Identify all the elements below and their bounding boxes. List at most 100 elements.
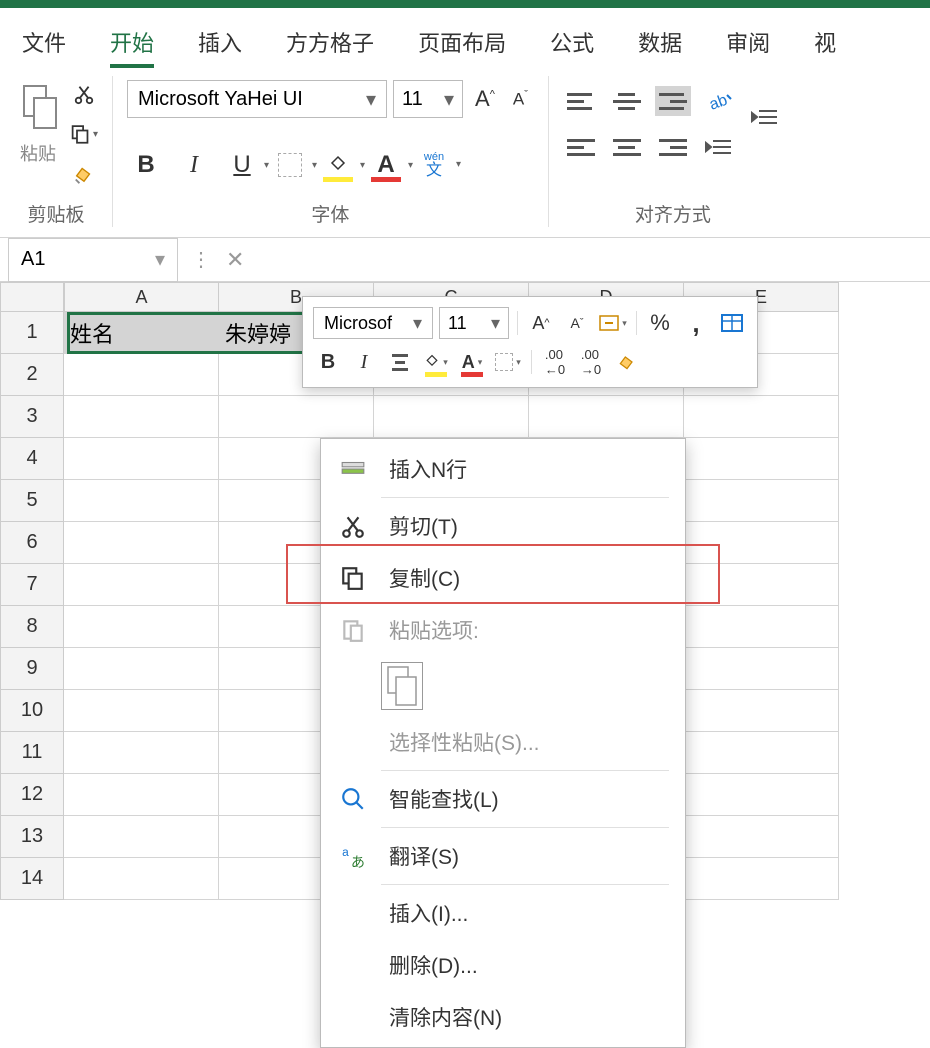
cell[interactable]: [64, 858, 219, 900]
tab-formulas[interactable]: 公式: [528, 18, 616, 66]
name-box[interactable]: A1▾: [8, 238, 178, 282]
tab-review[interactable]: 审阅: [704, 18, 792, 66]
orientation-button[interactable]: ab: [701, 86, 737, 116]
align-top-button[interactable]: [563, 86, 599, 116]
mini-font-combo[interactable]: Microsof▾: [313, 307, 433, 339]
mini-merge-button[interactable]: [598, 308, 628, 338]
cell[interactable]: [64, 648, 219, 690]
cell[interactable]: [684, 732, 839, 774]
shrink-font-button[interactable]: Aˇ: [507, 89, 534, 110]
bold-button[interactable]: B: [127, 146, 165, 184]
row-header[interactable]: 8: [0, 606, 64, 648]
mini-border-button[interactable]: [493, 347, 523, 377]
row-header[interactable]: 3: [0, 396, 64, 438]
mini-table-button[interactable]: [717, 308, 747, 338]
cell[interactable]: [684, 480, 839, 522]
cell[interactable]: [684, 564, 839, 606]
mini-align-button[interactable]: [385, 347, 415, 377]
cell[interactable]: [64, 522, 219, 564]
fill-color-button[interactable]: [319, 146, 357, 184]
mini-percent-button[interactable]: %: [645, 308, 675, 338]
mini-bold-button[interactable]: B: [313, 347, 343, 377]
align-middle-button[interactable]: [609, 86, 645, 116]
select-all-corner[interactable]: [0, 282, 64, 312]
cell[interactable]: [684, 522, 839, 564]
cut-button[interactable]: [70, 80, 98, 108]
ctx-clear[interactable]: 清除内容(N): [321, 991, 685, 1043]
row-header[interactable]: 1: [0, 312, 64, 354]
ctx-cut[interactable]: 剪切(T): [321, 500, 685, 552]
align-center-button[interactable]: [609, 132, 645, 162]
underline-button[interactable]: U: [223, 146, 261, 184]
phonetic-button[interactable]: wén文: [415, 146, 453, 184]
mini-comma-button[interactable]: ,: [681, 308, 711, 338]
border-button[interactable]: [271, 146, 309, 184]
cell[interactable]: [64, 774, 219, 816]
format-painter-button[interactable]: [70, 160, 98, 188]
tab-page-layout[interactable]: 页面布局: [396, 18, 528, 66]
ctx-copy[interactable]: 复制(C): [321, 552, 685, 604]
cell[interactable]: [684, 774, 839, 816]
ctx-delete[interactable]: 删除(D)...: [321, 939, 685, 991]
copy-button[interactable]: [70, 120, 98, 148]
font-size-combo[interactable]: 11▾: [393, 80, 463, 118]
cell[interactable]: [64, 480, 219, 522]
row-header[interactable]: 4: [0, 438, 64, 480]
cell[interactable]: [64, 816, 219, 858]
mini-size-combo[interactable]: 11▾: [439, 307, 509, 339]
cell[interactable]: [64, 354, 219, 396]
col-header-a[interactable]: A: [64, 282, 219, 312]
align-left-button[interactable]: [563, 132, 599, 162]
cell[interactable]: [219, 396, 374, 438]
cell[interactable]: [529, 396, 684, 438]
mini-font-color-button[interactable]: A: [457, 347, 487, 377]
tab-file[interactable]: 文件: [0, 18, 88, 66]
tab-fanggezi[interactable]: 方方格子: [264, 18, 396, 66]
cell[interactable]: [684, 858, 839, 900]
mini-grow-font[interactable]: A^: [526, 308, 556, 338]
ctx-smart-lookup[interactable]: 智能查找(L): [321, 773, 685, 825]
cell[interactable]: [64, 732, 219, 774]
cell[interactable]: [684, 690, 839, 732]
cell[interactable]: [684, 606, 839, 648]
row-header[interactable]: 6: [0, 522, 64, 564]
decrease-indent-button[interactable]: [701, 132, 737, 162]
row-header[interactable]: 13: [0, 816, 64, 858]
tab-view[interactable]: 视: [792, 18, 858, 66]
tab-data[interactable]: 数据: [616, 18, 704, 66]
cell[interactable]: [64, 564, 219, 606]
row-header[interactable]: 10: [0, 690, 64, 732]
mini-decrease-decimal[interactable]: .00→0: [576, 347, 606, 377]
font-color-button[interactable]: A: [367, 146, 405, 184]
cell[interactable]: [64, 606, 219, 648]
cell[interactable]: [684, 816, 839, 858]
cell[interactable]: [684, 438, 839, 480]
row-header[interactable]: 12: [0, 774, 64, 816]
ctx-insert-n-rows[interactable]: 插入N行: [321, 443, 685, 495]
align-bottom-button[interactable]: [655, 86, 691, 116]
tab-home[interactable]: 开始: [88, 18, 176, 66]
cell[interactable]: [64, 438, 219, 480]
mini-italic-button[interactable]: I: [349, 347, 379, 377]
grow-font-button[interactable]: A^: [469, 86, 501, 112]
cell[interactable]: [684, 396, 839, 438]
tab-insert[interactable]: 插入: [176, 18, 264, 66]
row-header[interactable]: 9: [0, 648, 64, 690]
mini-format-painter[interactable]: [612, 347, 642, 377]
row-header[interactable]: 2: [0, 354, 64, 396]
paste-icon[interactable]: [14, 80, 62, 136]
row-header[interactable]: 14: [0, 858, 64, 900]
mini-fill-button[interactable]: [421, 347, 451, 377]
row-header[interactable]: 5: [0, 480, 64, 522]
align-right-button[interactable]: [655, 132, 691, 162]
mini-increase-decimal[interactable]: .00←0: [540, 347, 570, 377]
cell[interactable]: 姓名: [64, 312, 219, 354]
mini-shrink-font[interactable]: Aˇ: [562, 308, 592, 338]
cell[interactable]: [64, 396, 219, 438]
cell[interactable]: [684, 648, 839, 690]
font-name-combo[interactable]: Microsoft YaHei UI▾: [127, 80, 387, 118]
row-header[interactable]: 11: [0, 732, 64, 774]
ctx-translate[interactable]: aあ 翻译(S): [321, 830, 685, 882]
cancel-formula-button[interactable]: ✕: [216, 247, 254, 273]
ctx-insert[interactable]: 插入(I)...: [321, 887, 685, 939]
